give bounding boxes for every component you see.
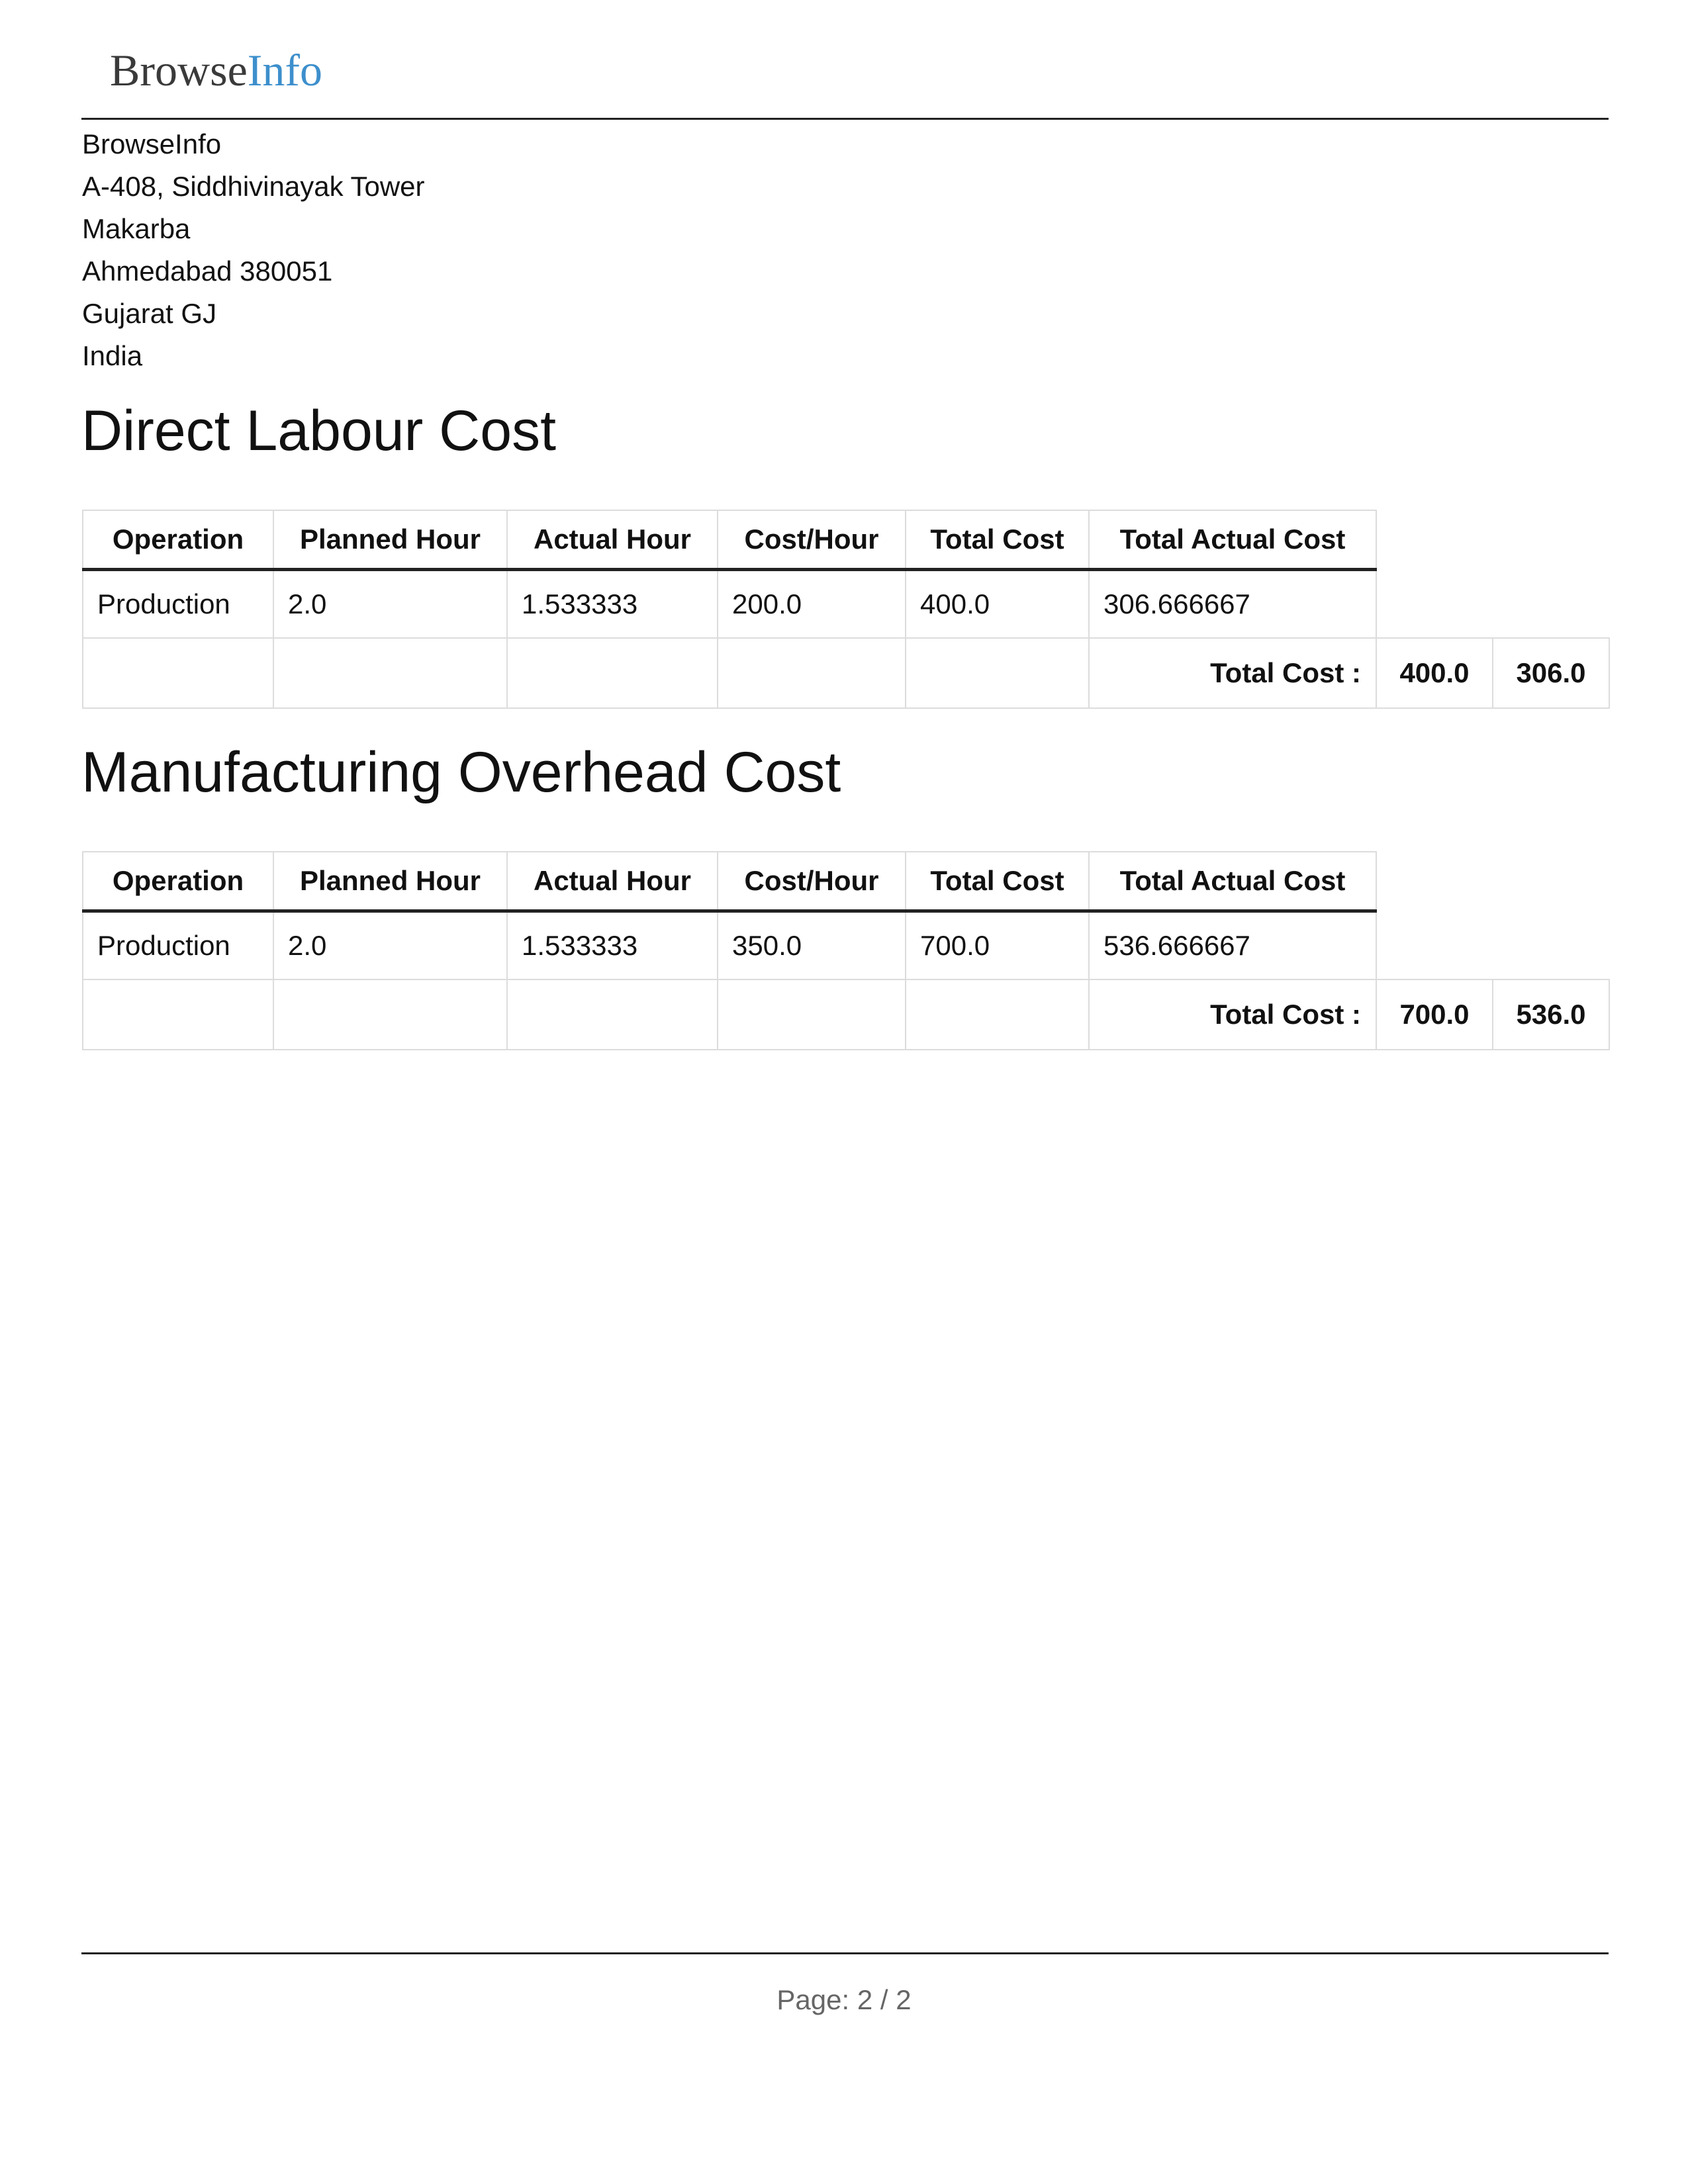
total-row: Total Cost : 400.0 306.0 (82, 637, 1610, 709)
header-spacer (1493, 852, 1609, 911)
labour-cost-table: Operation Planned Hour Actual Hour Cost/… (82, 510, 1610, 709)
header-spacer (1376, 510, 1493, 570)
address-city-zip: Ahmedabad 380051 (82, 255, 333, 287)
company-name: BrowseInfo (82, 128, 222, 159)
overhead-section-title: Manufacturing Overhead Cost (81, 741, 841, 804)
cell-cost-per-hour: 350.0 (717, 910, 906, 980)
column-header-total-cost: Total Cost (905, 510, 1090, 571)
column-header-planned-hour: Planned Hour (273, 510, 508, 571)
empty-cell (905, 637, 1090, 709)
labour-section-title: Direct Labour Cost (81, 399, 556, 463)
empty-cell (82, 637, 274, 709)
cell-planned-hour: 2.0 (273, 910, 508, 980)
cell-total-actual-cost: 306.666667 (1088, 569, 1377, 639)
address-area: Makarba (82, 213, 191, 244)
cell-operation: Production (82, 569, 274, 639)
table-row: Production 2.0 1.533333 350.0 700.0 536.… (82, 910, 1609, 980)
cell-total-cost: 700.0 (905, 910, 1090, 980)
header-divider (81, 118, 1609, 120)
empty-cell (82, 979, 274, 1050)
table-header-row: Operation Planned Hour Actual Hour Cost/… (82, 510, 1609, 571)
cell-actual-hour: 1.533333 (506, 910, 718, 980)
total-cost-label: Total Cost : (1088, 979, 1377, 1050)
empty-cell (506, 637, 718, 709)
header-spacer (1376, 852, 1493, 911)
column-header-total-actual-cost: Total Actual Cost (1088, 510, 1377, 571)
page-number: Page: 2 / 2 (776, 1984, 912, 2015)
table-header-row: Operation Planned Hour Actual Hour Cost/… (82, 851, 1609, 913)
empty-cell (273, 979, 508, 1050)
empty-cell (506, 979, 718, 1050)
overhead-cost-table: Operation Planned Hour Actual Hour Cost/… (82, 851, 1610, 1050)
table-row: Production 2.0 1.533333 200.0 400.0 306.… (82, 569, 1609, 639)
row-spacer (1493, 911, 1609, 980)
empty-cell (717, 979, 906, 1050)
total-row: Total Cost : 700.0 536.0 (82, 979, 1610, 1050)
cell-actual-hour: 1.533333 (506, 569, 718, 639)
report-page: BrowseInfo BrowseInfo A-408, Siddhivinay… (0, 0, 1688, 2184)
column-header-operation: Operation (82, 851, 274, 913)
column-header-operation: Operation (82, 510, 274, 571)
company-logo: BrowseInfo (110, 48, 322, 93)
total-cost-value: 400.0 (1376, 637, 1493, 709)
cell-operation: Production (82, 910, 274, 980)
row-spacer (1376, 569, 1493, 639)
column-header-cost-per-hour: Cost/Hour (717, 510, 906, 571)
logo-text-info: Info (247, 45, 323, 95)
total-actual-cost-value: 536.0 (1492, 979, 1610, 1050)
total-cost-label: Total Cost : (1088, 637, 1377, 709)
company-address: BrowseInfo A-408, Siddhivinayak Tower Ma… (82, 123, 425, 377)
header-spacer (1493, 510, 1609, 570)
address-street: A-408, Siddhivinayak Tower (82, 171, 425, 202)
empty-cell (717, 637, 906, 709)
column-header-planned-hour: Planned Hour (273, 851, 508, 913)
column-header-total-cost: Total Cost (905, 851, 1090, 913)
cell-planned-hour: 2.0 (273, 569, 508, 639)
address-state: Gujarat GJ (82, 298, 217, 329)
total-actual-cost-value: 306.0 (1492, 637, 1610, 709)
empty-cell (273, 637, 508, 709)
column-header-total-actual-cost: Total Actual Cost (1088, 851, 1377, 913)
row-spacer (1493, 569, 1609, 639)
cell-total-actual-cost: 536.666667 (1088, 910, 1377, 980)
column-header-actual-hour: Actual Hour (506, 510, 718, 571)
logo-text-browse: Browse (110, 45, 248, 95)
cell-total-cost: 400.0 (905, 569, 1090, 639)
column-header-cost-per-hour: Cost/Hour (717, 851, 906, 913)
address-country: India (82, 340, 143, 371)
total-cost-value: 700.0 (1376, 979, 1493, 1050)
footer-divider (81, 1952, 1609, 1954)
cell-cost-per-hour: 200.0 (717, 569, 906, 639)
empty-cell (905, 979, 1090, 1050)
row-spacer (1376, 911, 1493, 980)
column-header-actual-hour: Actual Hour (506, 851, 718, 913)
